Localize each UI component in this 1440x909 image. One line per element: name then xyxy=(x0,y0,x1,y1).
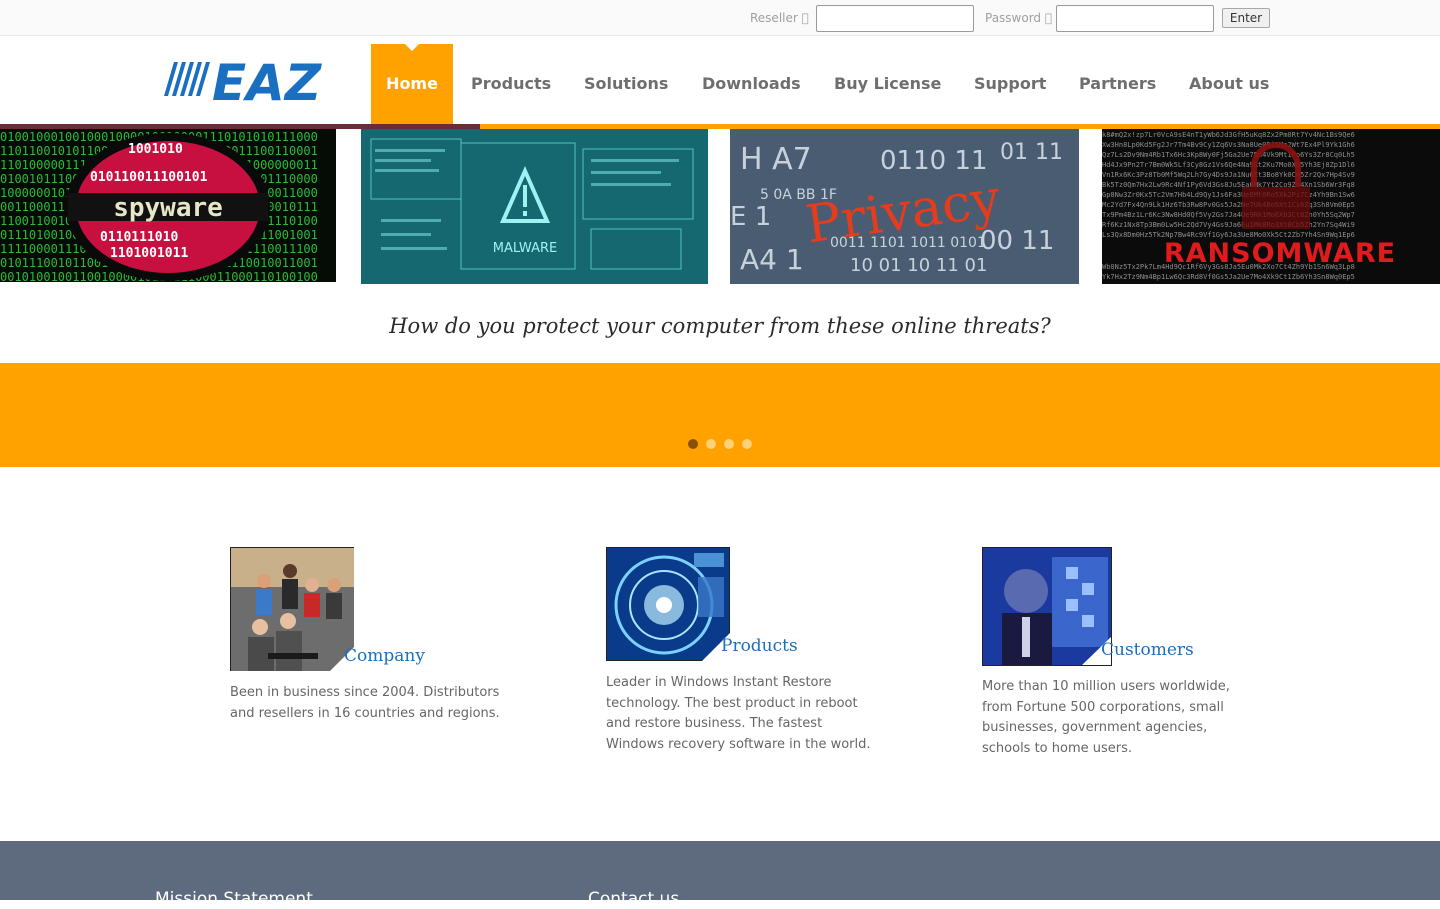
spyware-image: 0100100010010001000010010000111010101011… xyxy=(0,129,336,282)
slider-dot-2[interactable] xyxy=(706,439,716,449)
malware-label: MALWARE xyxy=(493,241,557,256)
company-heading[interactable]: Company xyxy=(344,646,425,666)
nav-products-label: Products xyxy=(471,74,552,93)
nav-about-us-label: About us xyxy=(1189,74,1270,93)
logo-text: EAZ xyxy=(212,58,323,112)
nav-about-us[interactable]: About us xyxy=(1189,44,1269,124)
spyware-label: spyware xyxy=(113,193,223,223)
reseller-input[interactable] xyxy=(816,5,974,32)
slider-dot-4[interactable] xyxy=(742,439,752,449)
nav-downloads[interactable]: Downloads xyxy=(702,44,801,124)
nav-support[interactable]: Support xyxy=(974,44,1046,124)
svg-text:Xw3Hn8Lp0Kd5Fg2Jr7Tm4Bv9Cy1Zq6: Xw3Hn8Lp0Kd5Fg2Jr7Tm4Bv9Cy1Zq6Vs3Na8Ue0R… xyxy=(1102,141,1355,149)
svg-text:Bk5Tz0Qm7Hx2Lw9Rc4Nf1Py6Vd3Gs8: Bk5Tz0Qm7Hx2Lw9Rc4Nf1Py6Vd3Gs8Ju5Ea0Mk7Y… xyxy=(1102,181,1355,189)
slider-band xyxy=(0,363,1440,467)
svg-text:1101001011: 1101001011 xyxy=(110,246,188,261)
slider-dot-3[interactable] xyxy=(724,439,734,449)
svg-text:Yk7Hx2Tz9Nm4Bp1Lw6Qc3Rd8Vf0Gs5: Yk7Hx2Tz9Nm4Bp1Lw6Qc3Rd8Vf0Gs5Ja2Ue7Mo4X… xyxy=(1102,273,1355,281)
privacy-image: H A7 0110 11 01 11 E 1 5 0A BB 1F 00 11 … xyxy=(730,129,1079,284)
svg-text:A4 1: A4 1 xyxy=(740,243,804,276)
slide-malware[interactable]: MALWARE xyxy=(361,129,708,284)
nav-buy-license[interactable]: Buy License xyxy=(834,44,941,124)
svg-text:k8#mQ2x!zp7Lr0VcA9sE4nT1yWb6Jd: k8#mQ2x!zp7Lr0VcA9sE4nT1yWb6Jd3GfH5uKq8Z… xyxy=(1102,131,1355,139)
slide-privacy[interactable]: H A7 0110 11 01 11 E 1 5 0A BB 1F 00 11 … xyxy=(730,129,1079,284)
reseller-label: Reseller  xyxy=(750,11,809,25)
products-photo-icon xyxy=(606,547,730,661)
logo-graphic: EAZ xyxy=(164,54,323,112)
company-image[interactable] xyxy=(230,547,355,675)
slide-spyware[interactable]: 0100100010010001000010010000111010101011… xyxy=(0,129,336,282)
svg-text:1001010: 1001010 xyxy=(128,142,183,157)
nav-partners[interactable]: Partners xyxy=(1079,44,1156,124)
nav-partners-label: Partners xyxy=(1079,74,1157,93)
svg-text:Rf6Kz1Nx8Tp3Bm0Lw5Hc2Qd7Vy4Gs9: Rf6Kz1Nx8Tp3Bm0Lw5Hc2Qd7Vy4Gs9Ja6Eu1Mk8R… xyxy=(1102,221,1355,229)
nav-support-label: Support xyxy=(974,74,1047,93)
svg-text:H A7: H A7 xyxy=(740,142,812,177)
nav-products[interactable]: Products xyxy=(471,44,551,124)
svg-text:Mc2Yd7Fx4Qn9Lk1Hz6Tb3Rw8Pv0Gs5: Mc2Yd7Fx4Qn9Lk1Hz6Tb3Rw8Pv0Gs5Ja2Ne7Uk4B… xyxy=(1102,201,1355,209)
ransomware-label: RANSOMWARE xyxy=(1164,238,1396,269)
nav-solutions[interactable]: Solutions xyxy=(584,44,668,124)
customers-photo-icon xyxy=(982,547,1112,666)
active-notch-icon xyxy=(405,44,419,51)
login-bar: Reseller  Password  Enter xyxy=(0,0,1440,36)
products-text: Leader in Windows Instant Restore techno… xyxy=(606,675,871,753)
svg-text:010110011100101: 010110011100101 xyxy=(90,170,208,185)
eaz-logo[interactable]: EAZ xyxy=(162,54,354,112)
password-label: Password  xyxy=(985,11,1052,25)
svg-text:Tx9Pm4Bz1Lr6Kc3Nw8Hd0Qf5Vy2Gs7: Tx9Pm4Bz1Lr6Kc3Nw8Hd0Qf5Vy2Gs7Ja4Ue9Rk1M… xyxy=(1102,211,1355,219)
slider-dot-1[interactable] xyxy=(688,439,698,449)
mission-statement-heading: Mission Statement xyxy=(155,889,313,909)
customers-image[interactable] xyxy=(982,547,1112,670)
nav-downloads-label: Downloads xyxy=(702,74,801,93)
customers-text: More than 10 million users worldwide, fr… xyxy=(982,679,1230,757)
password-input[interactable] xyxy=(1056,5,1214,32)
svg-text:Vn1Rx6Kc3Pz8Tb0Mf5Wq2Lh7Gy4Ds9: Vn1Rx6Kc3Pz8Tb0Mf5Wq2Lh7Gy4Ds9Ja1Nu6Et3B… xyxy=(1102,171,1355,179)
company-text: Been in business since 2004. Distributor… xyxy=(230,685,500,721)
svg-text:0110111010: 0110111010 xyxy=(100,230,178,245)
customers-heading[interactable]: Customers xyxy=(1101,640,1194,660)
contact-us-heading: Contact us xyxy=(588,889,680,909)
svg-text:00 11: 00 11 xyxy=(980,226,1054,256)
nav-home-label: Home xyxy=(386,74,438,93)
products-image[interactable] xyxy=(606,547,731,666)
svg-text:Qz7Ls2Dv9Nm4Rb1Tx6Hc3Kp8Wy0Fj5: Qz7Ls2Dv9Nm4Rb1Tx6Hc3Kp8Wy0Fj5Ga2Ue7Bn4V… xyxy=(1102,151,1355,159)
svg-text:E 1: E 1 xyxy=(730,202,771,232)
svg-text:01 11: 01 11 xyxy=(1000,140,1063,165)
malware-image: MALWARE xyxy=(361,129,708,284)
slide-ransomware[interactable]: k8#mQ2x!zp7Lr0VcA9sE4nT1yWb6Jd3GfH5uKq8Z… xyxy=(1102,129,1440,284)
svg-text:10 01 10 11 01: 10 01 10 11 01 xyxy=(850,255,987,276)
ransomware-image: k8#mQ2x!zp7Lr0VcA9sE4nT1yWb6Jd3GfH5uKq8Z… xyxy=(1102,129,1440,284)
svg-text:Gp8Nw3Zr0Kx5Tc2Vm7Hb4Ld9Qy1Js6: Gp8Nw3Zr0Kx5Tc2Vm7Hb4Ld9Qy1Js6Fa3Ue8Mt0R… xyxy=(1102,191,1355,199)
enter-button[interactable]: Enter xyxy=(1222,8,1270,28)
slider-tagline: How do you protect your computer from th… xyxy=(389,314,1051,338)
products-heading[interactable]: Products xyxy=(721,636,798,656)
company-photo-icon xyxy=(230,547,354,671)
nav-buy-license-label: Buy License xyxy=(834,74,942,93)
svg-text:Hd4Jx9Pn2Tr7Bm0Wk5Lf3Cy8Gz1Vs6: Hd4Jx9Pn2Tr7Bm0Wk5Lf3Cy8Gz1Vs6Qe4Na9Rt2K… xyxy=(1102,161,1355,169)
nav-home[interactable]: Home xyxy=(371,44,453,124)
nav-solutions-label: Solutions xyxy=(584,74,669,93)
